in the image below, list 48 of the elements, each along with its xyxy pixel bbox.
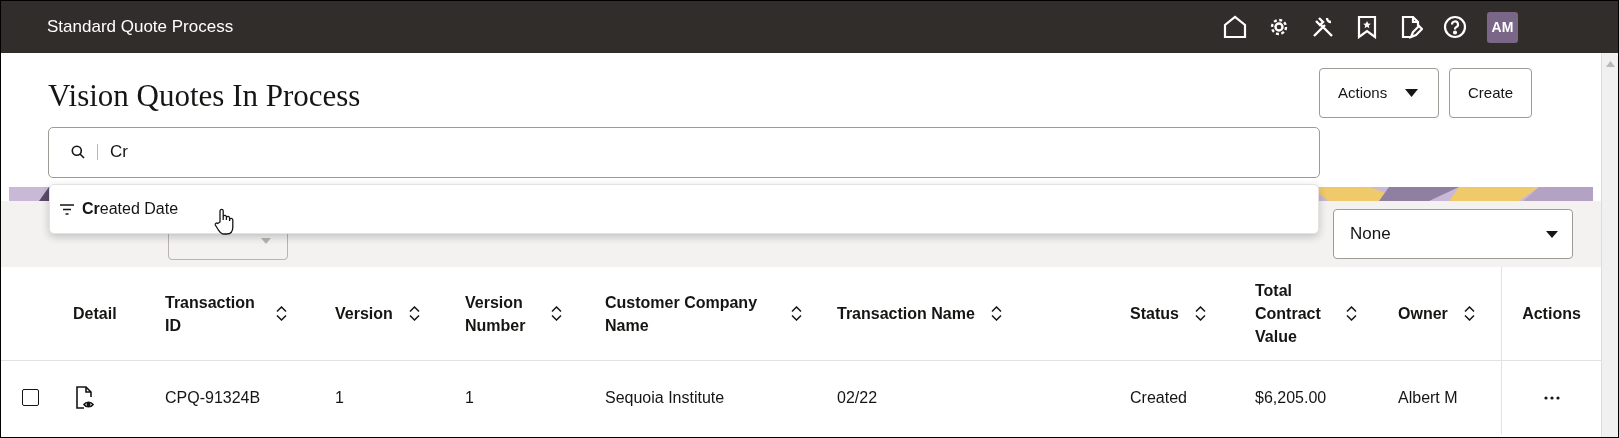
sort-icon[interactable] <box>276 306 287 321</box>
table-cell: 02/22 <box>837 388 878 406</box>
sort-icon[interactable] <box>990 306 1002 321</box>
sort-icon[interactable] <box>1194 306 1206 321</box>
table-cell: Sequoia Institute <box>605 388 725 406</box>
table-cell: 1 <box>335 388 344 406</box>
caret-icon <box>1546 230 1558 238</box>
column-header[interactable]: Version <box>335 302 393 325</box>
search-icon <box>71 145 85 159</box>
sort-icon[interactable] <box>1463 306 1475 321</box>
app-title: Standard Quote Process <box>47 16 234 39</box>
table-cell: $6,205.00 <box>1255 388 1327 406</box>
tools-icon[interactable] <box>1311 15 1335 39</box>
column-header: Detail <box>73 304 117 324</box>
column-header[interactable]: Status <box>1130 302 1179 325</box>
search-field[interactable]: Cr <box>48 126 1320 178</box>
caret-icon <box>261 238 271 244</box>
row-checkbox[interactable] <box>21 389 39 406</box>
sort-icon[interactable] <box>791 306 802 321</box>
document-view-icon[interactable] <box>75 385 97 410</box>
table-cell: Created <box>1130 388 1187 406</box>
suggestion-item[interactable]: Created Date <box>50 189 200 229</box>
sort-icon[interactable] <box>408 306 420 321</box>
column-header[interactable]: Customer Company Name <box>605 290 775 337</box>
column-header[interactable]: Transaction Name <box>837 302 975 325</box>
bookmark-icon[interactable] <box>1355 15 1379 39</box>
actions-menu-button[interactable]: Actions <box>1318 68 1439 118</box>
column-header[interactable]: Total Contract Value <box>1255 279 1330 348</box>
sort-icon[interactable] <box>551 306 562 321</box>
column-header: Actions <box>1522 304 1581 324</box>
column-header[interactable]: Version Number <box>465 290 535 337</box>
document-edit-icon[interactable] <box>1399 15 1423 39</box>
help-icon[interactable] <box>1443 15 1467 39</box>
search-input[interactable]: Cr <box>110 139 1297 165</box>
more-options-icon[interactable] <box>1543 395 1560 400</box>
column-header[interactable]: Owner <box>1398 302 1448 325</box>
page-title: Vision Quotes In Process <box>48 77 361 115</box>
filter-icon <box>60 203 74 215</box>
column-header[interactable]: Transaction ID <box>165 290 260 337</box>
create-button[interactable]: Create <box>1448 68 1532 118</box>
avatar[interactable]: AM <box>1487 11 1518 43</box>
group-by-select[interactable]: None <box>1333 209 1573 259</box>
home-icon[interactable] <box>1223 15 1247 39</box>
table-cell: Albert M <box>1398 388 1458 406</box>
table-cell: 1 <box>465 388 474 406</box>
caret-icon <box>1405 89 1419 97</box>
sort-icon[interactable] <box>1346 306 1357 321</box>
table-cell: CPQ-91324B <box>165 388 261 406</box>
